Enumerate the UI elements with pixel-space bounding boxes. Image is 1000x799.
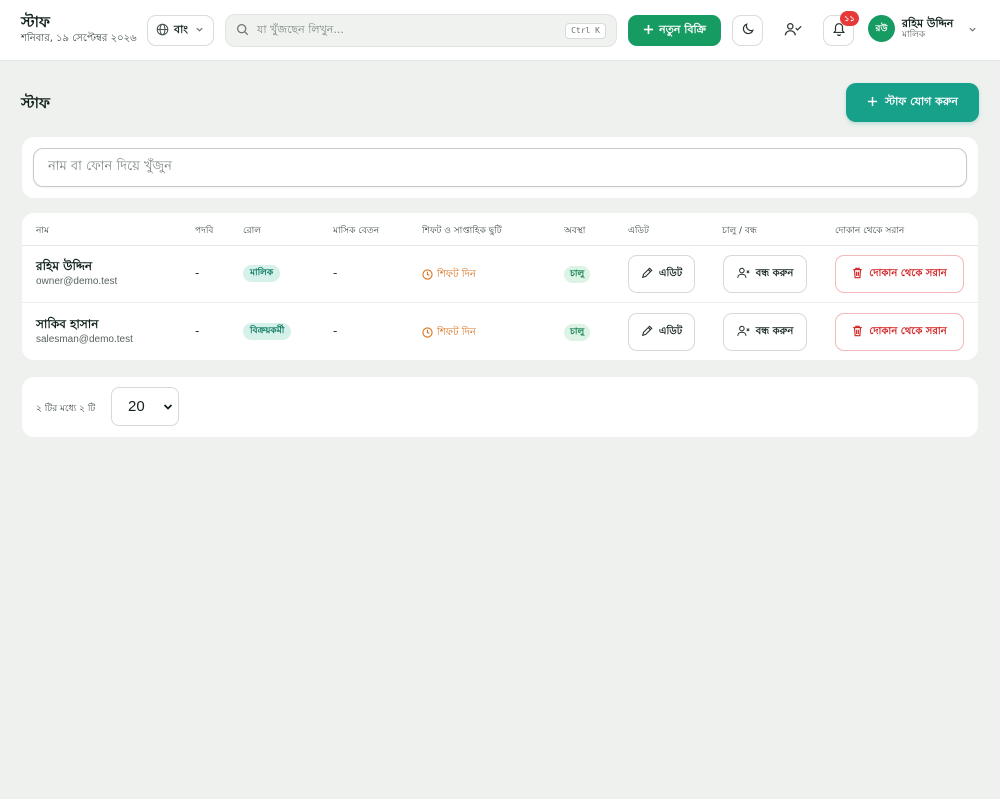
new-sale-label: নতুন বিক্রি — [659, 23, 706, 36]
new-sale-button[interactable]: নতুন বিক্রি — [628, 15, 721, 46]
search-shortcut-hint: Ctrl K — [565, 23, 606, 39]
pagination-bar: ২ টির মধ্যে ২ টি 20 — [22, 377, 978, 437]
assign-shift-link[interactable]: শিফট দিন — [422, 267, 476, 284]
clock-icon — [422, 268, 433, 283]
current-date: শনিবার, ১৯ সেপ্টেম্বর ২০২৬ — [21, 33, 137, 44]
user-check-icon — [784, 21, 802, 41]
page-size-select[interactable]: 20 — [111, 387, 179, 426]
language-switcher[interactable]: বাং — [147, 15, 214, 46]
staff-salary: - — [333, 324, 338, 338]
brand-block: স্টাফ শনিবার, ১৯ সেপ্টেম্বর ২০২৬ — [21, 13, 137, 45]
user-x-icon — [736, 267, 750, 282]
status-badge: চালু — [564, 266, 591, 283]
edit-button[interactable]: এডিট — [628, 255, 695, 293]
pencil-icon — [641, 266, 653, 282]
notification-count-badge: ১১ — [840, 11, 859, 26]
assign-shift-link[interactable]: শিফট দিন — [422, 325, 476, 342]
staff-table: নাম পদবি রোল মাসিক বেতন শিফট ও সাপ্তাহিক… — [22, 213, 978, 360]
chevron-down-icon — [968, 19, 977, 38]
staff-email: owner@demo.test — [36, 276, 118, 287]
staff-search-input[interactable]: নাম বা ফোন দিয়ে খুঁজুন — [33, 148, 967, 187]
user-check-button[interactable] — [777, 15, 808, 46]
deactivate-button[interactable]: বন্ধ করুন — [723, 313, 807, 351]
chevron-down-icon — [163, 398, 173, 415]
theme-toggle-button[interactable] — [732, 15, 763, 46]
trash-icon — [852, 325, 863, 340]
trash-icon — [852, 267, 863, 282]
user-menu[interactable]: রউ রহিম উদ্দিন মালিক — [868, 15, 977, 42]
add-staff-label: স্টাফ যোগ করুন — [885, 95, 958, 108]
user-role: মালিক — [902, 29, 926, 40]
filter-card: নাম বা ফোন দিয়ে খুঁজুন — [22, 137, 978, 198]
column-header-edit: এডিট — [628, 226, 649, 236]
staff-designation: - — [195, 266, 200, 280]
role-badge: বিক্রয়কর্মী — [243, 323, 292, 340]
avatar: রউ — [868, 15, 895, 42]
column-header-status: অবস্থা — [564, 226, 586, 236]
staff-name: রহিম উদ্দিন — [36, 259, 93, 273]
remove-from-shop-button[interactable]: দোকান থেকে সরান — [835, 255, 964, 293]
table-row: সাকিব হাসান salesman@demo.test - বিক্রয়… — [22, 304, 978, 361]
globe-icon — [156, 23, 169, 39]
plus-icon — [867, 96, 878, 110]
deactivate-label: বন্ধ করুন — [755, 325, 794, 337]
column-header-salary: মাসিক বেতন — [333, 226, 380, 236]
moon-icon — [741, 21, 755, 40]
page-title: স্টাফ — [21, 94, 50, 112]
deactivate-label: বন্ধ করুন — [755, 267, 794, 279]
plus-icon — [643, 24, 654, 38]
remove-label: দোকান থেকে সরান — [869, 325, 947, 337]
edit-label: এডিট — [658, 325, 683, 337]
column-header-shift: শিফট ও সাপ্তাহিক ছুটি — [422, 226, 502, 236]
column-header-remove: দোকান থেকে সরান — [835, 226, 905, 236]
chevron-down-icon — [195, 24, 204, 37]
column-header-designation: পদবি — [195, 226, 214, 236]
column-header-name: নাম — [36, 226, 49, 236]
language-label: বাং — [174, 23, 189, 36]
top-bar: স্টাফ শনিবার, ১৯ সেপ্টেম্বর ২০২৬ বাং যা … — [0, 0, 1000, 61]
role-badge: মালিক — [243, 265, 281, 282]
staff-designation: - — [195, 324, 200, 338]
staff-salary: - — [333, 266, 338, 280]
staff-identity: রহিম উদ্দিন owner@demo.test — [36, 259, 117, 288]
user-x-icon — [736, 325, 750, 340]
table-row: রহিম উদ্দিন owner@demo.test - মালিক - শি… — [22, 246, 978, 303]
column-header-role: রোল — [243, 226, 261, 236]
staff-name: সাকিব হাসান — [36, 317, 99, 331]
staff-email: salesman@demo.test — [36, 334, 133, 345]
page-size-value: 20 — [128, 398, 145, 415]
remove-label: দোকান থেকে সরান — [869, 267, 947, 279]
add-staff-button[interactable]: স্টাফ যোগ করুন — [846, 83, 979, 122]
search-placeholder: যা খুঁজছেন লিখুন... — [257, 23, 344, 36]
edit-label: এডিট — [658, 267, 683, 279]
clock-icon — [422, 326, 433, 341]
global-search[interactable]: যা খুঁজছেন লিখুন... Ctrl K — [225, 14, 617, 47]
pencil-icon — [641, 324, 653, 340]
app-title: স্টাফ — [21, 13, 50, 31]
column-header-toggle: চালু / বন্ধ — [722, 226, 758, 236]
table-header: নাম পদবি রোল মাসিক বেতন শিফট ও সাপ্তাহিক… — [22, 213, 978, 246]
remove-from-shop-button[interactable]: দোকান থেকে সরান — [835, 313, 964, 351]
assign-shift-label: শিফট দিন — [437, 269, 476, 280]
user-info: রহিম উদ্দিন মালিক — [902, 17, 953, 41]
edit-button[interactable]: এডিট — [628, 313, 695, 351]
status-badge: চালু — [564, 324, 591, 341]
user-name: রহিম উদ্দিন — [902, 16, 954, 30]
staff-identity: সাকিব হাসান salesman@demo.test — [36, 317, 133, 346]
assign-shift-label: শিফট দিন — [437, 327, 476, 338]
search-icon — [236, 21, 249, 40]
deactivate-button[interactable]: বন্ধ করুন — [723, 255, 807, 293]
staff-search-placeholder: নাম বা ফোন দিয়ে খুঁজুন — [48, 159, 172, 174]
pagination-summary: ২ টির মধ্যে ২ টি — [36, 404, 96, 414]
